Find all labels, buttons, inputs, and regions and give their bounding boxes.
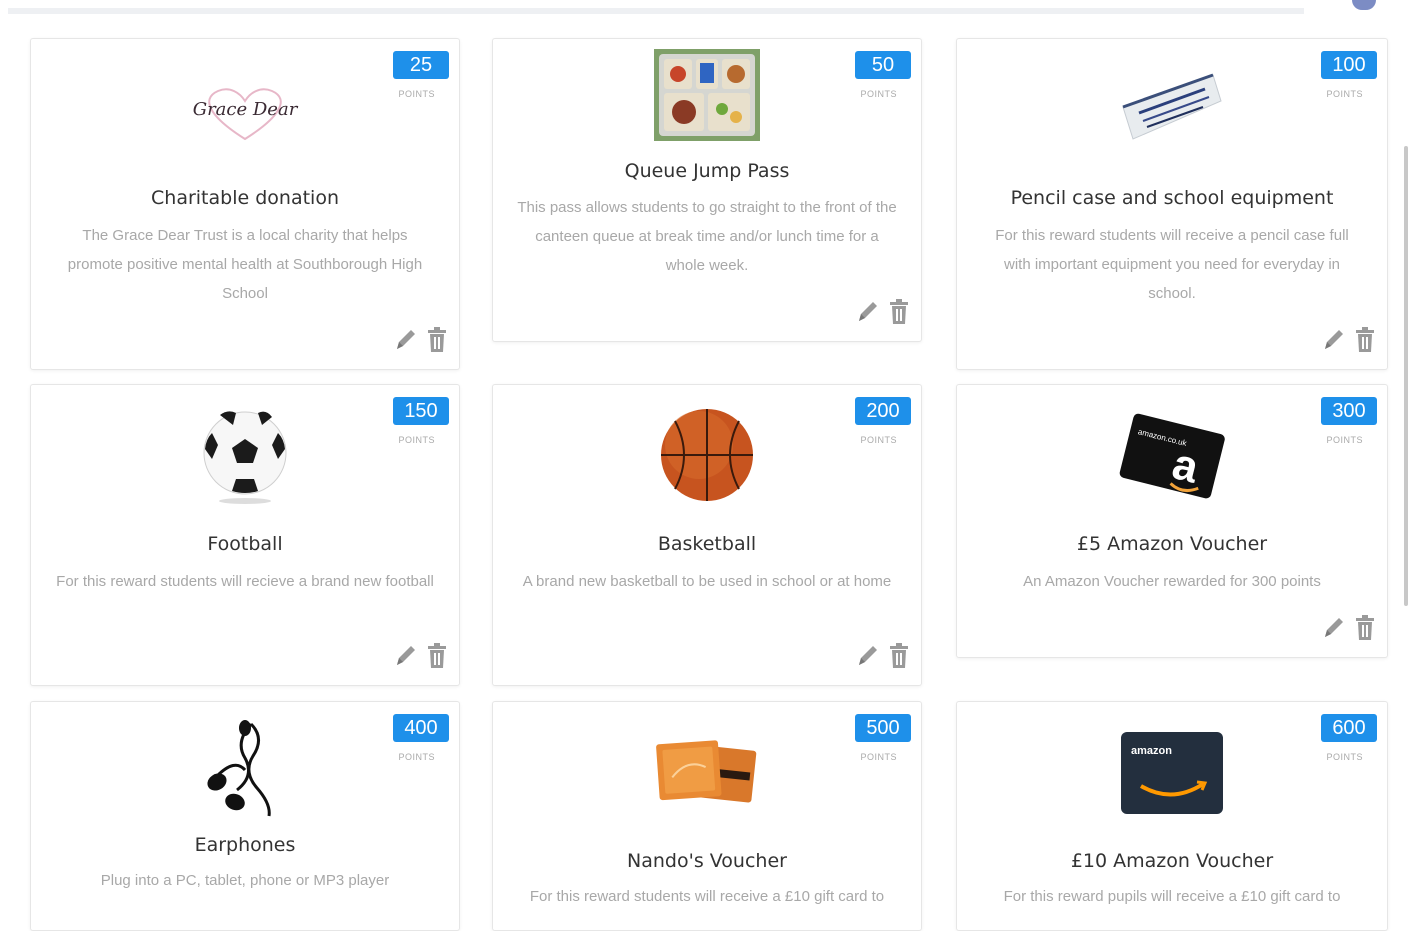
reward-description: This pass allows students to go straight…: [517, 199, 897, 274]
reward-title: £5 Amazon Voucher: [1076, 533, 1268, 555]
reward-card[interactable]: 500 POINTS Nando's Voucher For this rewa…: [492, 701, 922, 931]
points-badge: 25: [393, 51, 449, 79]
reward-title: Charitable donation: [151, 187, 339, 209]
trash-icon[interactable]: [427, 643, 447, 674]
reward-title: Basketball: [657, 533, 757, 555]
reward-description: The Grace Dear Trust is a local charity …: [67, 227, 423, 302]
trash-icon[interactable]: [889, 643, 909, 674]
reward-description: For this reward pupils will receive a £1…: [1003, 888, 1341, 905]
reward-card[interactable]: 50 POINTS Queue Jump Pass This pass allo…: [492, 38, 922, 342]
points-label: POINTS: [1326, 89, 1363, 99]
points-badge: 400: [393, 714, 449, 742]
reward-description: For this reward students will receive a …: [995, 227, 1349, 302]
points-badge: 50: [855, 51, 911, 79]
pencil-icon[interactable]: [1321, 327, 1345, 358]
reward-card[interactable]: 100 POINTS Pencil case and school equipm…: [956, 38, 1388, 370]
points-label: POINTS: [860, 752, 897, 762]
reward-description: An Amazon Voucher rewarded for 300 point…: [1023, 573, 1321, 590]
reward-card[interactable]: 400 POINTS Earphones Plug into a PC, tab…: [30, 701, 460, 931]
reward-title: Earphones: [194, 834, 296, 856]
points-label: POINTS: [1326, 752, 1363, 762]
reward-description: For this reward students will receive a …: [529, 888, 885, 905]
reward-title: Queue Jump Pass: [624, 160, 790, 182]
football-image: [200, 405, 290, 505]
reward-description: Plug into a PC, tablet, phone or MP3 pla…: [100, 872, 390, 889]
amazon-gift-card-image: amazon: [1117, 728, 1227, 818]
grace-dear-logo: Grace Dear: [190, 81, 300, 147]
points-badge: 150: [393, 397, 449, 425]
points-badge: 500: [855, 714, 911, 742]
trash-icon[interactable]: [1355, 327, 1375, 358]
reward-card[interactable]: 200 POINTS Basketball A brand new basket…: [492, 384, 922, 686]
top-bar: [8, 8, 1304, 14]
points-badge: 200: [855, 397, 911, 425]
svg-text:Grace Dear: Grace Dear: [193, 99, 299, 120]
amazon-gift-card-image: amazon.co.uk a: [1117, 409, 1227, 505]
reward-card[interactable]: 600 POINTS amazon £10 Amazon Voucher For…: [956, 701, 1388, 931]
svg-text:amazon: amazon: [1131, 745, 1172, 757]
points-label: POINTS: [398, 752, 435, 762]
points-label: POINTS: [1326, 435, 1363, 445]
earphones-image: [195, 718, 295, 818]
points-badge: 600: [1321, 714, 1377, 742]
reward-title: Football: [207, 533, 283, 555]
trash-icon[interactable]: [427, 327, 447, 358]
reward-card[interactable]: 150 POINTS Football For this reward stud…: [30, 384, 460, 686]
points-badge: 300: [1321, 397, 1377, 425]
reward-title: £10 Amazon Voucher: [1070, 850, 1274, 872]
reward-card[interactable]: 25 POINTS Grace Dear Charitable donation…: [30, 38, 460, 370]
lunch-tray-image: [654, 49, 760, 141]
pencil-icon[interactable]: [393, 643, 417, 674]
basketball-image: [659, 401, 755, 511]
trash-icon[interactable]: [1355, 615, 1375, 646]
points-label: POINTS: [398, 435, 435, 445]
pencil-icon[interactable]: [855, 643, 879, 674]
points-label: POINTS: [398, 89, 435, 99]
reward-card[interactable]: 300 POINTS amazon.co.uk a £5 Amazon Vouc…: [956, 384, 1388, 658]
user-avatar[interactable]: [1352, 0, 1376, 10]
page-scrollbar[interactable]: [1404, 146, 1408, 606]
reward-title: Pencil case and school equipment: [1010, 187, 1334, 209]
reward-title: Nando's Voucher: [627, 850, 787, 872]
reward-description: A brand new basketball to be used in sch…: [522, 573, 892, 590]
pencil-icon[interactable]: [393, 327, 417, 358]
nandos-gift-card-image: [652, 728, 762, 818]
pencil-case-image: [1117, 67, 1227, 151]
reward-description: For this reward students will recieve a …: [56, 573, 434, 590]
pencil-icon[interactable]: [855, 299, 879, 330]
pencil-icon[interactable]: [1321, 615, 1345, 646]
points-badge: 100: [1321, 51, 1377, 79]
points-label: POINTS: [860, 89, 897, 99]
trash-icon[interactable]: [889, 299, 909, 330]
points-label: POINTS: [860, 435, 897, 445]
